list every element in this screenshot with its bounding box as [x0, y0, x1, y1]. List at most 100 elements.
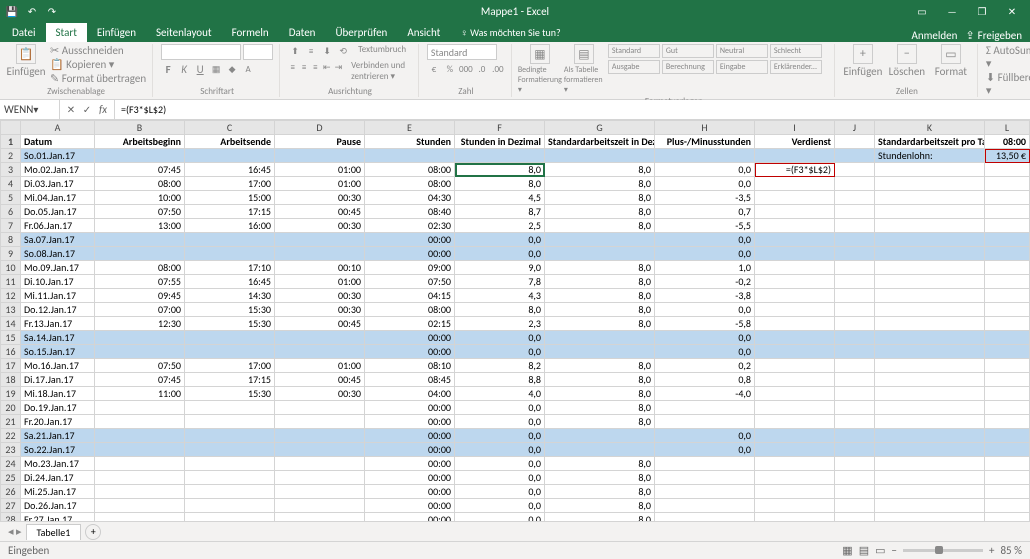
cell[interactable]: 4,0	[455, 387, 545, 401]
col-header[interactable]: H	[655, 121, 755, 135]
cell[interactable]	[985, 415, 1030, 429]
cell[interactable]	[655, 485, 755, 499]
cell[interactable]: Do.19.Jan.17	[21, 401, 95, 415]
cell[interactable]	[835, 457, 875, 471]
cell[interactable]	[835, 387, 875, 401]
cell[interactable]: So.22.Jan.17	[21, 443, 95, 457]
cell[interactable]: 00:00	[365, 485, 455, 499]
cell[interactable]: Di.03.Jan.17	[21, 177, 95, 191]
cell[interactable]: 17:00	[185, 177, 275, 191]
cell[interactable]: 17:10	[185, 261, 275, 275]
cell[interactable]	[185, 513, 275, 522]
cell[interactable]: 01:00	[275, 177, 365, 191]
cell[interactable]: 04:15	[365, 289, 455, 303]
cell[interactable]: 0,0	[455, 471, 545, 485]
cell[interactable]: Plus-/Minusstunden	[655, 135, 755, 149]
cell[interactable]: 0,0	[655, 247, 755, 261]
cell[interactable]	[755, 303, 835, 317]
cell[interactable]	[835, 401, 875, 415]
cell[interactable]: 8,0	[545, 289, 655, 303]
cell[interactable]	[835, 149, 875, 163]
sheet-tab[interactable]: Tabelle1	[26, 524, 82, 540]
cell[interactable]: 8,8	[455, 373, 545, 387]
cell[interactable]: 00:00	[365, 443, 455, 457]
cell[interactable]: 8,0	[545, 485, 655, 499]
cell[interactable]	[755, 289, 835, 303]
cell[interactable]	[875, 317, 985, 331]
cell[interactable]: 2,5	[455, 219, 545, 233]
row-header[interactable]: 25	[1, 471, 21, 485]
row-header[interactable]: 17	[1, 359, 21, 373]
cell[interactable]: 00:00	[365, 471, 455, 485]
cell[interactable]: 0,0	[455, 401, 545, 415]
cell[interactable]	[95, 443, 185, 457]
style-cell[interactable]: Gut	[662, 44, 714, 58]
col-header[interactable]: L	[985, 121, 1030, 135]
cell[interactable]: 8,0	[545, 317, 655, 331]
cell[interactable]	[985, 387, 1030, 401]
cell[interactable]: 15:30	[185, 303, 275, 317]
cell[interactable]: 0,0	[455, 457, 545, 471]
row-header[interactable]: 6	[1, 205, 21, 219]
cell[interactable]	[545, 149, 655, 163]
cell[interactable]: 0,0	[455, 443, 545, 457]
cell[interactable]	[755, 177, 835, 191]
cell[interactable]: 0,2	[655, 359, 755, 373]
cell[interactable]: 02:15	[365, 317, 455, 331]
cell[interactable]	[545, 331, 655, 345]
cell[interactable]: 8,0	[545, 415, 655, 429]
cell[interactable]: 00:00	[365, 457, 455, 471]
cell[interactable]: 0,7	[655, 205, 755, 219]
cell[interactable]	[835, 233, 875, 247]
cell[interactable]	[985, 233, 1030, 247]
col-header[interactable]: K	[875, 121, 985, 135]
align-center[interactable]: ≡	[299, 60, 308, 74]
font-name[interactable]	[161, 44, 241, 60]
cell[interactable]: 16:45	[185, 275, 275, 289]
zoom-slider[interactable]	[903, 549, 983, 552]
ribbon-options-icon[interactable]: ▭	[908, 2, 936, 20]
currency-button[interactable]: €	[427, 62, 441, 76]
cell[interactable]	[755, 275, 835, 289]
cell[interactable]: 01:00	[275, 275, 365, 289]
row-header[interactable]: 23	[1, 443, 21, 457]
cell[interactable]: -5,5	[655, 219, 755, 233]
style-cell[interactable]: Ausgabe	[608, 60, 660, 74]
cell[interactable]: 0,0	[655, 443, 755, 457]
align-top[interactable]: ⬆	[288, 44, 302, 58]
cell[interactable]: 00:30	[275, 219, 365, 233]
cell[interactable]	[835, 373, 875, 387]
cell[interactable]: 08:00	[365, 177, 455, 191]
fx-icon[interactable]: fx	[96, 103, 110, 117]
cell[interactable]: 16:00	[185, 219, 275, 233]
cell[interactable]	[985, 303, 1030, 317]
cell[interactable]	[985, 191, 1030, 205]
cell[interactable]	[835, 513, 875, 522]
cell[interactable]	[835, 191, 875, 205]
cell[interactable]: 8,2	[455, 359, 545, 373]
qat-save[interactable]: 💾	[4, 3, 20, 19]
tab-datei[interactable]: Datei	[2, 23, 46, 42]
row-header[interactable]: 20	[1, 401, 21, 415]
tell-me[interactable]: ♀ Was möchten Sie tun?	[450, 23, 570, 42]
format-painter-button[interactable]: ✎ Format übertragen	[50, 72, 146, 85]
cell[interactable]: Sa.21.Jan.17	[21, 429, 95, 443]
cell[interactable]	[755, 513, 835, 522]
cell[interactable]	[755, 499, 835, 513]
cell[interactable]: 00:00	[365, 499, 455, 513]
cell[interactable]	[875, 429, 985, 443]
cell[interactable]	[655, 513, 755, 522]
cell[interactable]	[985, 247, 1030, 261]
cell[interactable]: Datum	[21, 135, 95, 149]
tab-überprüfen[interactable]: Überprüfen	[325, 23, 397, 42]
cell[interactable]	[275, 471, 365, 485]
cut-button[interactable]: ✂ Ausschneiden	[50, 44, 146, 57]
cell[interactable]	[95, 485, 185, 499]
cell[interactable]: 07:50	[365, 275, 455, 289]
cell[interactable]	[95, 415, 185, 429]
cell[interactable]: 4,3	[455, 289, 545, 303]
cell[interactable]: 08:00	[365, 163, 455, 177]
cell[interactable]: 13:00	[95, 219, 185, 233]
cell[interactable]	[275, 513, 365, 522]
indent-dec[interactable]: ⇤	[322, 60, 332, 74]
